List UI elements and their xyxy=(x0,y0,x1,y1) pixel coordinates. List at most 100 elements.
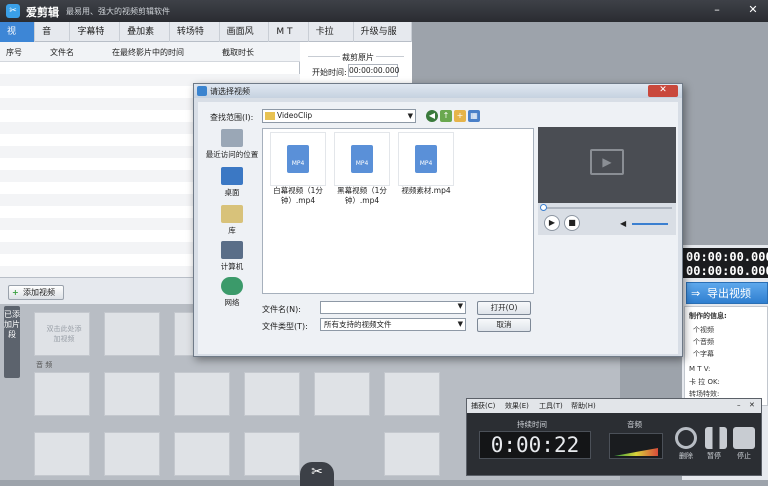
info-mtv: M T V: xyxy=(689,365,711,373)
clip-slot[interactable] xyxy=(384,432,440,476)
dialog-app-icon xyxy=(197,86,207,96)
stop-icon[interactable]: ■ xyxy=(564,215,580,231)
plus-icon: + xyxy=(12,288,19,297)
place-network[interactable]: 网络 xyxy=(204,277,260,308)
folder-icon xyxy=(265,112,275,120)
audio-level-meter xyxy=(609,433,663,459)
volume-slider[interactable] xyxy=(632,223,668,225)
place-computer[interactable]: 计算机 xyxy=(204,241,260,272)
filename-input[interactable]: ▼ xyxy=(320,301,466,314)
audio-slot[interactable] xyxy=(34,372,90,416)
library-icon xyxy=(221,205,243,223)
look-in-select[interactable]: VideoClip ▼ xyxy=(262,109,416,123)
look-in-label: 查找范围(I): xyxy=(210,113,254,122)
added-clips-tab[interactable]: 已添加片段 xyxy=(4,306,20,378)
add-video-label: 添加视频 xyxy=(23,288,55,297)
cancel-button[interactable]: 取消 xyxy=(477,318,531,332)
current-time: 00:00:00.000 xyxy=(686,250,768,264)
audio-slot[interactable] xyxy=(104,372,160,416)
mp4-badge: MP4 xyxy=(351,145,373,173)
filename-label: 文件名(N): xyxy=(262,305,301,314)
tab-overlay[interactable]: 叠加素材 xyxy=(120,22,170,57)
audio-slot[interactable] xyxy=(174,372,230,416)
chevron-down-icon[interactable]: ▼ xyxy=(458,302,463,310)
delete-label: 删除 xyxy=(679,452,693,460)
clip-slot[interactable] xyxy=(244,432,300,476)
preview-controls: ▶ ■ ◀ xyxy=(538,203,676,235)
seek-handle[interactable] xyxy=(540,204,547,211)
dialog-title: 请选择视频 xyxy=(210,87,250,96)
menu-capture[interactable]: 捕获(C) xyxy=(471,401,495,411)
chevron-down-icon: ▼ xyxy=(457,320,463,328)
close-button[interactable]: ✕ xyxy=(744,2,762,18)
volume-icon[interactable]: ◀ xyxy=(620,219,626,228)
menu-tools[interactable]: 工具(T) xyxy=(539,401,563,411)
play-icon[interactable]: ▶ xyxy=(544,215,560,231)
mp4-file-icon: MP4 xyxy=(398,132,454,186)
menu-effects[interactable]: 效果(E) xyxy=(505,401,529,411)
total-time: 00:00:00.000 xyxy=(686,264,768,278)
tab-mtv[interactable]: M T V xyxy=(269,22,309,57)
select-video-dialog: 请选择视频 ✕ 查找范围(I): VideoClip ▼ ◀ ↑ + ▦ 最近访… xyxy=(193,83,683,357)
place-desktop[interactable]: 桌面 xyxy=(204,167,260,198)
clip-slot[interactable] xyxy=(104,312,160,356)
recording-timer: 0:00:22 xyxy=(479,431,591,459)
clip-slot[interactable] xyxy=(174,432,230,476)
filetype-select[interactable]: 所有支持的视频文件 ▼ xyxy=(320,318,466,331)
computer-icon xyxy=(221,241,243,259)
tab-transitions[interactable]: 转场特效 xyxy=(170,22,220,57)
trim-title: 裁剪原片 xyxy=(340,52,376,63)
column-index: 序号 xyxy=(6,48,22,57)
tab-audio[interactable]: 音 频 xyxy=(35,22,71,57)
scissors-icon[interactable]: ✂ xyxy=(300,462,334,486)
audio-slot[interactable] xyxy=(244,372,300,416)
pause-icon[interactable] xyxy=(705,427,727,449)
tab-karaoke[interactable]: 卡拉OK xyxy=(309,22,354,57)
recorder-close-button[interactable]: ✕ xyxy=(749,401,755,409)
minimize-button[interactable]: – xyxy=(708,2,726,18)
clip-slot[interactable] xyxy=(104,432,160,476)
dialog-close-button[interactable]: ✕ xyxy=(648,85,678,97)
file-item[interactable]: MP4 视频素材.mp4 xyxy=(395,132,457,196)
recorder-minimize-button[interactable]: – xyxy=(737,401,741,409)
stop-label: 停止 xyxy=(737,452,751,460)
file-item[interactable]: MP4 白幕视频（1分钟）.mp4 xyxy=(267,132,329,206)
clip-slot[interactable] xyxy=(34,432,90,476)
file-list-area: MP4 白幕视频（1分钟）.mp4 MP4 黑幕视频（1分钟）.mp4 MP4 … xyxy=(262,128,534,294)
audio-slot[interactable] xyxy=(314,372,370,416)
place-library[interactable]: 库 xyxy=(204,205,260,236)
menu-help[interactable]: 帮助(H) xyxy=(571,401,596,411)
pause-label: 暂停 xyxy=(707,452,721,460)
file-name: 黑幕视频（1分钟）.mp4 xyxy=(337,186,387,205)
places-bar: 最近访问的位置 桌面 库 计算机 网络 xyxy=(204,129,260,309)
seek-bar[interactable] xyxy=(542,207,672,209)
file-item[interactable]: MP4 黑幕视频（1分钟）.mp4 xyxy=(331,132,393,206)
delete-icon[interactable] xyxy=(675,427,697,449)
up-folder-icon[interactable]: ↑ xyxy=(440,110,452,122)
tab-subtitle-effects[interactable]: 字幕特效 xyxy=(70,22,121,57)
open-button[interactable]: 打开(O) xyxy=(477,301,531,315)
tab-upgrade[interactable]: 升级与服务 xyxy=(354,22,413,57)
view-menu-icon[interactable]: ▦ xyxy=(468,110,480,122)
stop-icon[interactable] xyxy=(733,427,755,449)
audio-level-bar xyxy=(614,448,658,456)
new-folder-icon[interactable]: + xyxy=(454,110,466,122)
tab-style[interactable]: 画面风格 xyxy=(220,22,270,57)
main-tab-bar: 视 频 音 频 字幕特效 叠加素材 转场特效 画面风格 M T V 卡拉OK 升… xyxy=(0,22,413,57)
tab-video[interactable]: 视 频 xyxy=(0,22,36,57)
recorder-menu-bar: 捕获(C) 效果(E) 工具(T) 帮助(H) – ✕ xyxy=(467,399,761,413)
add-video-button[interactable]: + 添加视频 xyxy=(8,285,64,300)
place-label: 最近访问的位置 xyxy=(205,150,259,159)
column-duration: 截取时长 xyxy=(222,48,254,57)
info-subtitle-count: 个字幕 xyxy=(693,350,714,358)
start-time-field[interactable]: 00:00:00.000 xyxy=(348,64,399,77)
back-icon[interactable]: ◀ xyxy=(426,110,438,122)
audio-slot[interactable] xyxy=(384,372,440,416)
export-video-button[interactable]: ⇒ 导出视频 xyxy=(686,282,768,304)
info-video-count: 个视频 xyxy=(693,326,714,334)
file-name: 白幕视频（1分钟）.mp4 xyxy=(273,186,323,205)
network-icon xyxy=(221,277,243,295)
info-title: 制作的信息: xyxy=(689,312,727,320)
screen-recorder-widget: 捕获(C) 效果(E) 工具(T) 帮助(H) – ✕ 持续时间 0:00:22… xyxy=(466,398,762,476)
place-recent[interactable]: 最近访问的位置 xyxy=(204,129,260,160)
